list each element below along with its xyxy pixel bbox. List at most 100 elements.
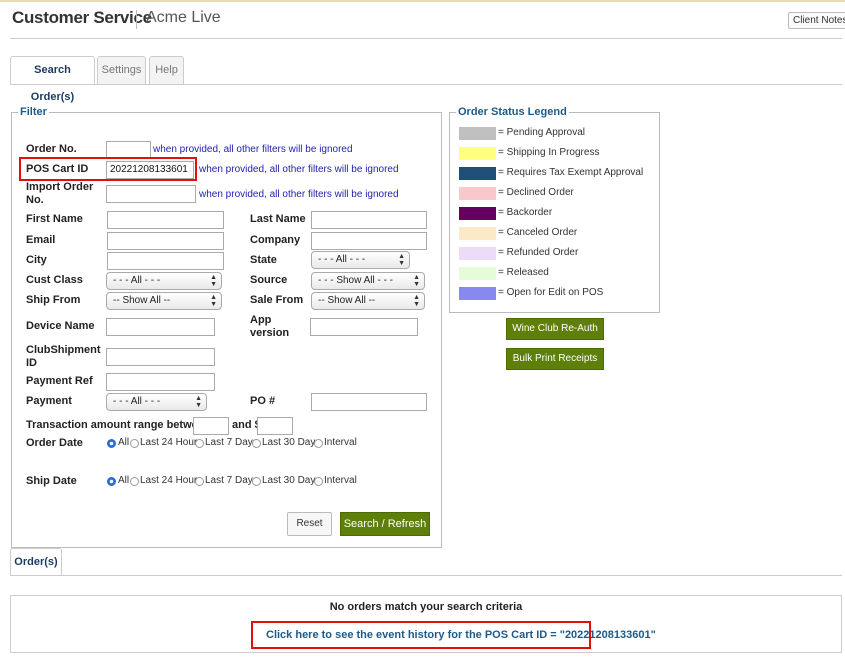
status-color-swatch <box>459 187 496 200</box>
sale-from-select[interactable]: -- Show All -- ▲ ▼ <box>311 292 425 310</box>
city-input[interactable] <box>107 252 224 270</box>
tabs-divider-line <box>10 84 842 85</box>
wine-club-reauth-button[interactable]: Wine Club Re-Auth <box>506 318 604 340</box>
header-divider-line <box>10 38 842 39</box>
ship-date-24h-radio[interactable] <box>130 477 139 486</box>
status-legend-label: = Released <box>498 267 549 278</box>
amount-min-input[interactable] <box>193 417 229 435</box>
status-legend-label: = Backorder <box>498 207 553 218</box>
po-label: PO # <box>250 395 276 407</box>
first-name-label: First Name <box>26 213 83 225</box>
order-date-7d-radio[interactable] <box>195 439 204 448</box>
tab-search-orders[interactable]: Search Order(s) <box>10 56 95 103</box>
app-version-input[interactable] <box>310 318 418 336</box>
payment-label: Payment <box>26 395 72 407</box>
status-color-swatch <box>459 227 496 240</box>
payment-select-value: - - - All - - - <box>113 396 161 407</box>
order-date-30d-radio[interactable] <box>252 439 261 448</box>
first-name-input[interactable] <box>107 211 224 229</box>
order-date-24h-label: Last 24 Hours <box>140 437 203 448</box>
bulk-print-receipts-button[interactable]: Bulk Print Receipts <box>506 348 604 370</box>
payment-select[interactable]: - - - All - - - ▲ ▼ <box>106 393 207 411</box>
order-date-interval-label: Interval <box>324 437 357 448</box>
event-history-highlight <box>251 621 591 649</box>
cust-class-select[interactable]: - - - All - - - ▲ ▼ <box>106 272 222 290</box>
status-legend-label: = Requires Tax Exempt Approval <box>498 167 644 178</box>
order-date-7d-label: Last 7 Days <box>205 437 258 448</box>
ship-date-7d-radio[interactable] <box>195 477 204 486</box>
order-status-legend-title: Order Status Legend <box>458 106 567 118</box>
order-date-all-radio[interactable] <box>107 439 116 448</box>
po-input[interactable] <box>311 393 427 411</box>
payment-ref-label: Payment Ref <box>26 375 93 387</box>
import-order-no-note: when provided, all other filters will be… <box>199 189 399 200</box>
search-refresh-button[interactable]: Search / Refresh <box>340 512 430 536</box>
select-arrows-icon: ▲ ▼ <box>210 294 217 308</box>
status-color-swatch <box>459 287 496 300</box>
last-name-input[interactable] <box>311 211 427 229</box>
ship-date-all-radio[interactable] <box>107 477 116 486</box>
select-arrows-icon: ▲ ▼ <box>195 395 202 409</box>
payment-ref-input[interactable] <box>106 373 215 391</box>
source-select[interactable]: - - - Show All - - - ▲ ▼ <box>311 272 425 290</box>
cust-class-select-value: - - - All - - - <box>113 275 161 286</box>
header-divider <box>136 10 137 29</box>
status-legend-label: = Declined Order <box>498 187 574 198</box>
status-color-swatch <box>459 167 496 180</box>
import-order-no-input[interactable] <box>106 185 196 203</box>
device-name-input[interactable] <box>106 318 215 336</box>
page-title: Customer Service <box>12 8 152 27</box>
ship-from-select[interactable]: -- Show All -- ▲ ▼ <box>106 292 222 310</box>
order-no-label: Order No. <box>26 143 77 155</box>
order-date-label: Order Date <box>26 437 83 449</box>
app-version-label: App version <box>250 314 289 340</box>
ship-date-all-label: All <box>118 475 130 486</box>
clubshipment-id-label: ClubShipment ID <box>26 344 101 370</box>
tab-orders[interactable]: Order(s) <box>10 548 62 576</box>
order-date-interval-radio[interactable] <box>314 439 323 448</box>
tab-settings[interactable]: Settings <box>97 56 146 84</box>
ship-date-7d-label: Last 7 Days <box>205 475 258 486</box>
status-color-swatch <box>459 207 496 220</box>
import-order-no-label-line1: Import Order <box>26 181 94 193</box>
status-legend-label: = Pending Approval <box>498 127 586 138</box>
cust-class-label: Cust Class <box>26 274 83 286</box>
status-color-swatch <box>459 267 496 280</box>
company-input[interactable] <box>311 232 427 250</box>
state-label: State <box>250 254 277 266</box>
status-legend-label: = Refunded Order <box>498 247 579 258</box>
status-legend-label: = Canceled Order <box>498 227 578 238</box>
select-arrows-icon: ▲ ▼ <box>413 274 420 288</box>
ship-date-interval-radio[interactable] <box>314 477 323 486</box>
pos-cart-id-highlight <box>19 157 197 181</box>
reset-button[interactable]: Reset <box>287 512 332 536</box>
status-color-swatch <box>459 247 496 260</box>
source-label: Source <box>250 274 288 286</box>
no-orders-message: No orders match your search criteria <box>329 601 523 613</box>
client-notes-button[interactable]: Client Notes <box>788 12 845 29</box>
order-date-all-label: All <box>118 437 130 448</box>
order-date-24h-radio[interactable] <box>130 439 139 448</box>
amount-max-input[interactable] <box>257 417 293 435</box>
top-accent-line <box>0 0 845 2</box>
state-select[interactable]: - - - All - - - ▲ ▼ <box>311 251 410 269</box>
last-name-label: Last Name <box>250 213 306 225</box>
tab-help[interactable]: Help <box>149 56 184 84</box>
ship-date-30d-radio[interactable] <box>252 477 261 486</box>
status-color-swatch <box>459 127 496 140</box>
order-date-30d-label: Last 30 Days <box>262 437 321 448</box>
status-color-swatch <box>459 147 496 160</box>
email-label: Email <box>26 234 56 246</box>
clubshipment-id-label-line2: ID <box>26 357 37 369</box>
select-arrows-icon: ▲ ▼ <box>210 274 217 288</box>
app-version-label-line1: App <box>250 314 272 326</box>
email-input[interactable] <box>107 232 224 250</box>
import-order-no-label-line2: No. <box>26 194 44 206</box>
ship-date-30d-label: Last 30 Days <box>262 475 321 486</box>
clubshipment-id-input[interactable] <box>106 348 215 366</box>
pos-cart-id-note: when provided, all other filters will be… <box>199 164 399 175</box>
city-label: City <box>26 254 47 266</box>
filter-legend: Filter <box>20 106 47 118</box>
sale-from-label: Sale From <box>250 294 304 306</box>
source-select-value: - - - Show All - - - <box>318 275 394 286</box>
